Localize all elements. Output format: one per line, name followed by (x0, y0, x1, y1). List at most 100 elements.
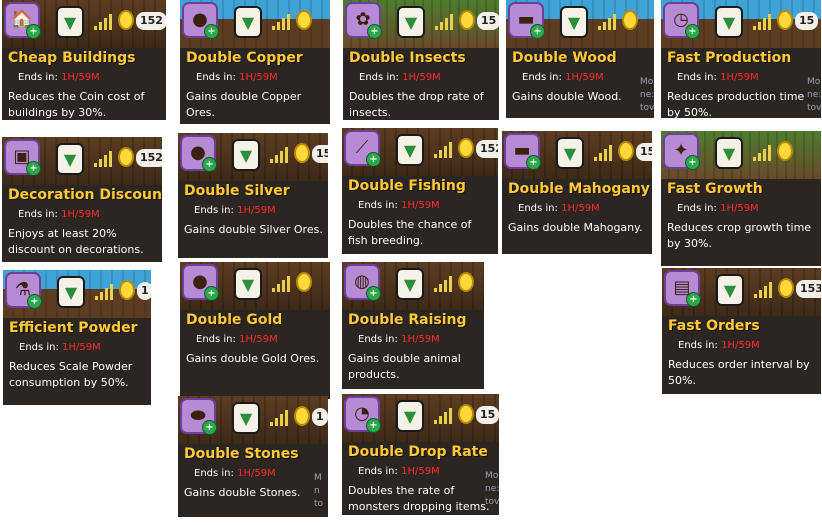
buff-description: Enjoys at least 20% discount on decorati… (8, 227, 144, 256)
plus-badge-icon: + (685, 24, 700, 39)
ends-time: 1H/59M (62, 342, 101, 353)
player-avatar-icon[interactable]: ▼ (396, 268, 424, 300)
signal-strength-icon (753, 145, 771, 161)
ends-time: 1H/59M (237, 205, 276, 216)
powder-bottle-icon: ⚗ + (5, 272, 42, 309)
coin-count: 1 (137, 282, 151, 300)
buff-description: Reduces order interval by 50%. (668, 358, 810, 387)
buff-timer: Ends in: 1H/59M (359, 72, 441, 83)
ends-label: Ends in: (19, 342, 59, 353)
buff-card[interactable]: ✦ + ▼ Fast Growth Ends in: 1H/59M Reduce… (661, 131, 821, 266)
ends-label: Ends in: (18, 72, 58, 83)
plus-badge-icon: + (366, 286, 381, 301)
ends-time: 1H/59M (239, 72, 278, 83)
ends-time: 1H/59M (401, 200, 440, 211)
clock-icon: ◷ + (663, 2, 700, 39)
player-avatar-icon[interactable]: ▼ (396, 134, 424, 166)
player-avatar-icon[interactable]: ▼ (556, 137, 584, 169)
coin-icon (777, 10, 793, 30)
coin-count: 15 (312, 145, 328, 163)
player-avatar-icon[interactable]: ▼ (560, 6, 588, 38)
fishing-icon: ⟋ + (344, 130, 381, 167)
buff-card[interactable]: ⬬ + ▼ 1 Double Stones Ends in: 1H/59M Ga… (178, 396, 328, 517)
buff-card[interactable]: ▣ + ▼ 152 Decoration Discount Ends in: 1… (2, 137, 162, 262)
coin-icon (296, 272, 312, 292)
ends-label: Ends in: (677, 203, 717, 214)
player-avatar-icon[interactable]: ▼ (715, 6, 743, 38)
coin-count: 15 (476, 406, 499, 424)
buff-card[interactable]: ● + ▼ Double Copper Ends in: 1H/59M Gain… (180, 0, 330, 124)
player-avatar-icon[interactable]: ▼ (396, 400, 424, 432)
player-avatar-icon[interactable]: ▼ (397, 6, 425, 38)
player-avatar-icon[interactable]: ▼ (715, 137, 743, 169)
buff-card[interactable]: ◷ + ▼ 15 Fast Production Ends in: 1H/59M… (661, 0, 821, 118)
buff-timer: Ends in: 1H/59M (194, 205, 276, 216)
buff-card[interactable]: ⚗ + ▼ 1 Efficient Powder Ends in: 1H/59M… (3, 270, 151, 405)
plus-badge-icon: + (526, 155, 541, 170)
buff-title: Double Copper (186, 50, 303, 66)
coin-icon (294, 406, 310, 426)
buff-description: Gains double Stones. (184, 486, 301, 499)
buff-timer: Ends in: 1H/59M (678, 340, 760, 351)
buff-title: Double Wood (512, 50, 617, 66)
wood-icon: ▬ + (508, 2, 545, 39)
player-avatar-icon[interactable]: ▼ (57, 276, 85, 308)
buff-description: Doubles the drop rate of insects. (349, 90, 484, 119)
ends-time: 1H/59M (239, 334, 278, 345)
buff-timer: Ends in: 1H/59M (19, 342, 101, 353)
plus-badge-icon: + (686, 292, 701, 307)
player-avatar-icon[interactable]: ▼ (232, 139, 260, 171)
signal-strength-icon (434, 408, 452, 424)
buff-title: Double Drop Rate (348, 444, 488, 460)
player-avatar-icon[interactable]: ▼ (56, 6, 84, 38)
buff-title: Double Fishing (348, 178, 466, 194)
buff-card[interactable]: ▬ + ▼ Double Wood Ends in: 1H/59M Gains … (506, 0, 654, 118)
buff-card[interactable]: ◔ + ▼ 15 Double Drop Rate Ends in: 1H/59… (342, 394, 499, 515)
buff-timer: Ends in: 1H/59M (358, 200, 440, 211)
plus-badge-icon: + (204, 286, 219, 301)
side-panel-text: Mo ne: tov (485, 471, 499, 507)
buff-card[interactable]: ▬ + ▼ 15 Double Mahogany Ends in: 1H/59M… (502, 131, 652, 254)
ends-time: 1H/59M (237, 468, 276, 479)
top-hud: ▣ + ▼ 152 (2, 137, 162, 177)
coin-count: 15 (795, 12, 819, 30)
ends-label: Ends in: (194, 468, 234, 479)
buff-timer: Ends in: 1H/59M (677, 203, 759, 214)
buff-card[interactable]: ● + ▼ Double Gold Ends in: 1H/59M Gains … (180, 262, 330, 399)
buff-card[interactable]: 🏠 + ▼ 152 Cheap Buildings Ends in: 1H/59… (2, 0, 166, 120)
player-avatar-icon[interactable]: ▼ (232, 402, 260, 434)
buff-card[interactable]: ● + ▼ 15 Double Silver Ends in: 1H/59M G… (178, 133, 328, 258)
signal-strength-icon (598, 14, 616, 30)
ends-time: 1H/59M (402, 72, 441, 83)
buff-card[interactable]: ◍ + ▼ Double Raising Ends in: 1H/59M Gai… (342, 262, 484, 389)
player-avatar-icon[interactable]: ▼ (234, 6, 262, 38)
signal-strength-icon (754, 282, 772, 298)
plus-badge-icon: + (204, 24, 219, 39)
buff-card[interactable]: ▤ + ▼ 153 Fast Orders Ends in: 1H/59M Re… (662, 268, 821, 394)
buff-card[interactable]: ⟋ + ▼ 152 Double Fishing Ends in: 1H/59M… (342, 128, 498, 254)
player-avatar-icon[interactable]: ▼ (56, 143, 84, 175)
ends-time: 1H/59M (561, 203, 600, 214)
player-avatar-icon[interactable]: ▼ (716, 274, 744, 306)
insect-icon: ✿ + (345, 2, 382, 39)
coin-icon (296, 10, 312, 30)
decoration-icon: ▣ + (4, 139, 41, 176)
order-board-icon: ▤ + (664, 270, 701, 307)
ends-time: 1H/59M (565, 72, 604, 83)
player-avatar-icon[interactable]: ▼ (234, 268, 262, 300)
coin-icon (294, 143, 310, 163)
top-hud: ◍ + ▼ (342, 262, 484, 302)
coin-icon (622, 10, 638, 30)
ends-time: 1H/59M (401, 466, 440, 477)
buff-title: Cheap Buildings (8, 50, 136, 66)
drop-bag-icon: ◔ + (344, 396, 381, 433)
side-panel-text: Mo ne: tov (807, 77, 821, 113)
buff-timer: Ends in: 1H/59M (677, 72, 759, 83)
signal-strength-icon (95, 284, 113, 300)
ends-time: 1H/59M (61, 72, 100, 83)
ends-label: Ends in: (358, 466, 398, 477)
buff-timer: Ends in: 1H/59M (518, 203, 600, 214)
ends-label: Ends in: (678, 340, 718, 351)
buff-title: Fast Production (667, 50, 792, 66)
buff-card[interactable]: ✿ + ▼ 15 Double Insects Ends in: 1H/59M … (343, 0, 499, 120)
